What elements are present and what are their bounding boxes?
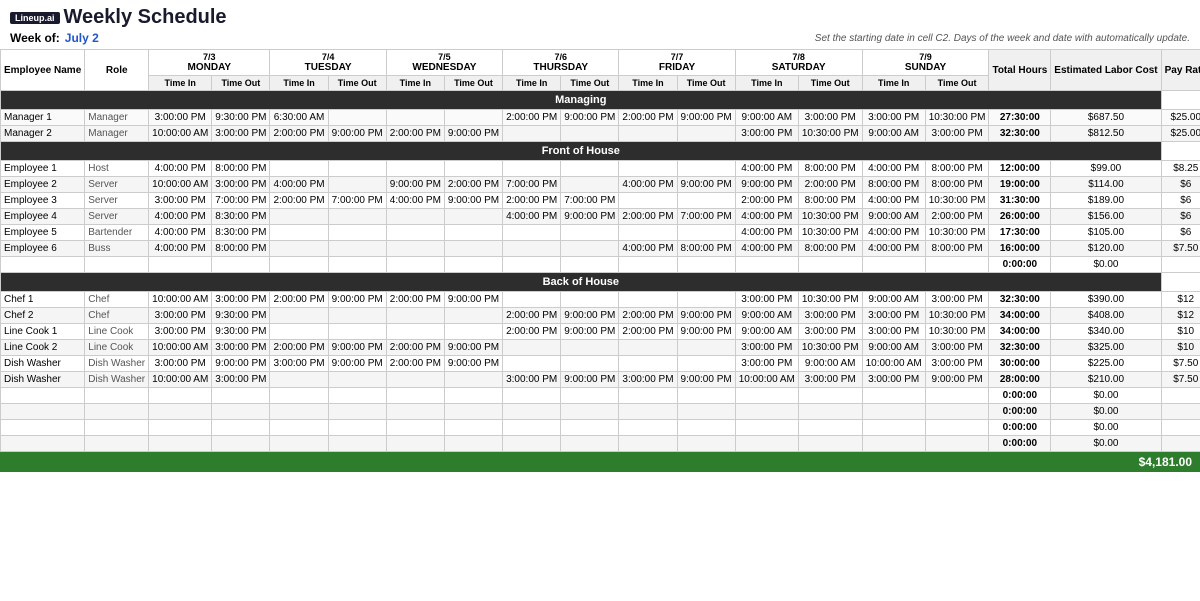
table-row: Dish WasherDish Washer3:00:00 PM9:00:00 … bbox=[1, 356, 1200, 372]
labor-cost-header: Estimated Labor Cost bbox=[1051, 50, 1161, 91]
table-row: 0:00:00$0.00 bbox=[1, 388, 1200, 404]
header: Lineup.ai Weekly Schedule bbox=[0, 0, 1200, 31]
grand-total-value: $4,181.00 bbox=[1139, 455, 1192, 469]
table-row: 0:00:00$0.00 bbox=[1, 436, 1200, 452]
thu-out-header: Time Out bbox=[561, 76, 619, 91]
mon-out-header: Time Out bbox=[212, 76, 270, 91]
tue-out-header: Time Out bbox=[328, 76, 386, 91]
table-row: Chef 2Chef3:00:00 PM9:30:00 PM2:00:00 PM… bbox=[1, 308, 1200, 324]
table-row: Employee 3Server3:00:00 PM7:00:00 PM2:00… bbox=[1, 193, 1200, 209]
wednesday-header: 7/5 WEDNESDAY bbox=[386, 50, 502, 76]
table-row: Manager 1Manager3:00:00 PM9:30:00 PM6:30… bbox=[1, 110, 1200, 126]
week-label: Week of: bbox=[10, 31, 60, 45]
sunday-header: 7/9 SUNDAY bbox=[862, 50, 989, 76]
section-header: Back of House bbox=[1, 273, 1200, 292]
monday-date: 7/3 bbox=[152, 52, 266, 62]
sun-out-header: Time Out bbox=[925, 76, 989, 91]
monday-header: 7/3 MONDAY bbox=[149, 50, 270, 76]
role-header: Role bbox=[85, 50, 149, 91]
table-row: Manager 2Manager10:00:00 AM3:00:00 PM2:0… bbox=[1, 126, 1200, 142]
saturday-header: 7/8 SATURDAY bbox=[735, 50, 862, 76]
table-row: Dish WasherDish Washer10:00:00 AM3:00:00… bbox=[1, 372, 1200, 388]
tue-in-header: Time In bbox=[270, 76, 328, 91]
logo: Lineup.ai bbox=[10, 12, 60, 24]
total-hours-header: Total Hours bbox=[989, 50, 1051, 91]
sat-in-header: Time In bbox=[735, 76, 798, 91]
section-header: Front of House bbox=[1, 142, 1200, 161]
mon-in-header: Time In bbox=[149, 76, 212, 91]
table-row: 0:00:00$0.00 bbox=[1, 420, 1200, 436]
monday-name: MONDAY bbox=[152, 62, 266, 73]
fri-in-header: Time In bbox=[619, 76, 677, 91]
table-row: Employee 6Buss4:00:00 PM8:00:00 PM4:00:0… bbox=[1, 241, 1200, 257]
table-row: Line Cook 2Line Cook10:00:00 AM3:00:00 P… bbox=[1, 340, 1200, 356]
table-row: 0:00:00$0.00 bbox=[1, 257, 1200, 273]
tuesday-header: 7/4 TUESDAY bbox=[270, 50, 386, 76]
table-row: Employee 2Server10:00:00 AM3:00:00 PM4:0… bbox=[1, 177, 1200, 193]
grand-total-row: $4,181.00 bbox=[0, 452, 1200, 472]
section-header: Managing bbox=[1, 91, 1200, 110]
table-row: Line Cook 1Line Cook3:00:00 PM9:30:00 PM… bbox=[1, 324, 1200, 340]
wed-in-header: Time In bbox=[386, 76, 444, 91]
fri-out-header: Time Out bbox=[677, 76, 735, 91]
day-header-row: Employee Name Role 7/3 MONDAY 7/4 TUESDA… bbox=[1, 50, 1200, 76]
week-row: Week of: July 2 Set the starting date in… bbox=[0, 31, 1200, 49]
schedule-table: Employee Name Role 7/3 MONDAY 7/4 TUESDA… bbox=[0, 49, 1200, 452]
thursday-header: 7/6 THURSDAY bbox=[503, 50, 619, 76]
app-title: Weekly Schedule bbox=[64, 6, 227, 29]
employee-name-header: Employee Name bbox=[1, 50, 85, 91]
thu-in-header: Time In bbox=[503, 76, 561, 91]
sat-out-header: Time Out bbox=[798, 76, 862, 91]
table-row: Chef 1Chef10:00:00 AM3:00:00 PM2:00:00 P… bbox=[1, 292, 1200, 308]
wed-out-header: Time Out bbox=[444, 76, 502, 91]
week-date: July 2 bbox=[65, 31, 99, 45]
table-row: Employee 1Host4:00:00 PM8:00:00 PM4:00:0… bbox=[1, 161, 1200, 177]
sun-in-header: Time In bbox=[862, 76, 925, 91]
hint-text: Set the starting date in cell C2. Days o… bbox=[815, 33, 1190, 44]
table-row: 0:00:00$0.00 bbox=[1, 404, 1200, 420]
table-row: Employee 4Server4:00:00 PM8:30:00 PM4:00… bbox=[1, 209, 1200, 225]
table-row: Employee 5Bartender4:00:00 PM8:30:00 PM4… bbox=[1, 225, 1200, 241]
friday-header: 7/7 FRIDAY bbox=[619, 50, 735, 76]
pay-rate-header: Pay Rate bbox=[1161, 50, 1200, 91]
